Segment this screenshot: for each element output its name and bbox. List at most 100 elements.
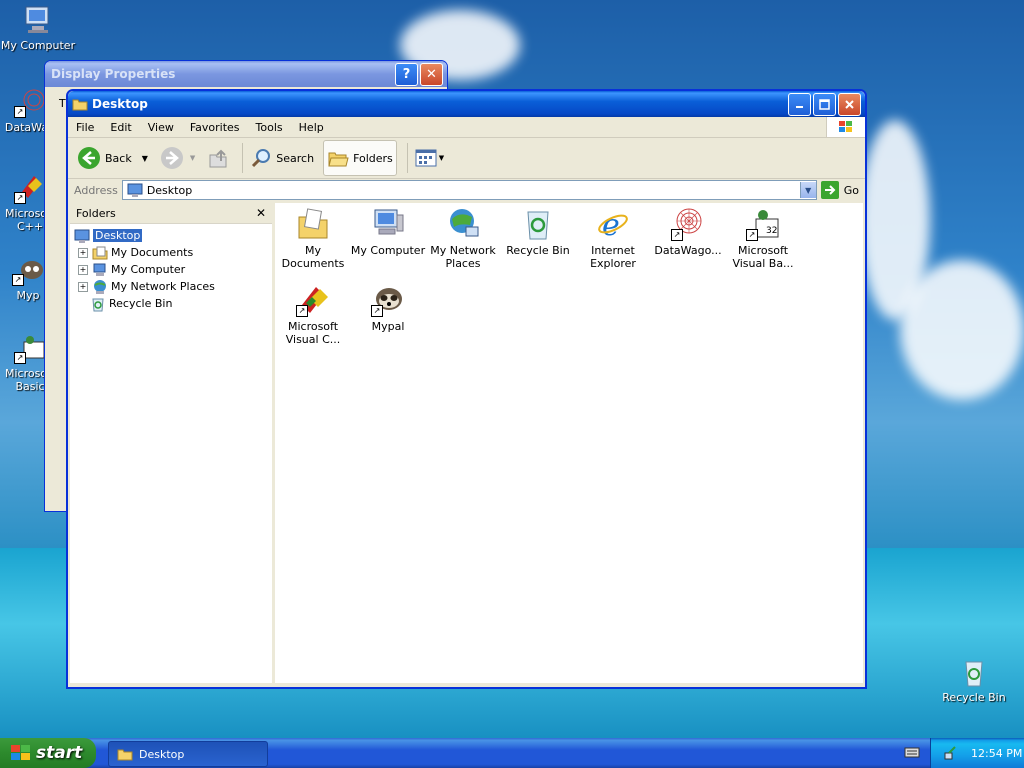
desktop-icon-my-computer[interactable]: My Computer — [0, 4, 76, 52]
shortcut-arrow-icon: ↗ — [296, 305, 308, 317]
network-globe-icon — [446, 207, 480, 241]
recycle-bin-icon — [92, 298, 104, 311]
item-label: DataWago... — [654, 244, 722, 257]
windows-logo-icon — [11, 745, 30, 760]
explorer-window[interactable]: Desktop File Edit View Favorites Tools H… — [66, 89, 867, 689]
maximize-button[interactable] — [813, 92, 836, 116]
keyboard-icon[interactable] — [904, 745, 920, 759]
tree-item-my-computer[interactable]: + My Computer — [74, 261, 272, 278]
shortcut-arrow-icon: ↗ — [14, 352, 26, 364]
windows-logo-icon — [826, 117, 865, 137]
item-datawagon[interactable]: ↗ DataWago... — [650, 207, 726, 257]
forward-arrow-icon — [160, 147, 183, 169]
desktop-icon — [74, 229, 90, 243]
item-my-computer[interactable]: My Computer — [350, 207, 426, 257]
explorer-titlebar[interactable]: Desktop — [68, 91, 865, 117]
address-value: Desktop — [146, 183, 193, 197]
item-label: Places — [445, 257, 481, 270]
help-button[interactable]: ? — [395, 62, 418, 86]
views-button[interactable]: ▼ — [412, 141, 447, 175]
search-button[interactable]: Search — [247, 141, 317, 175]
back-button[interactable]: Back ▼ — [74, 141, 151, 175]
taskbar-button-desktop[interactable]: Desktop — [108, 741, 268, 767]
menu-favorites[interactable]: Favorites — [182, 121, 248, 134]
item-microsoft-visual-basic[interactable]: 32 ↗ Microsoft Visual Ba... — [725, 207, 801, 270]
go-button[interactable]: Go — [820, 181, 859, 199]
menu-edit[interactable]: Edit — [102, 121, 139, 134]
visual-basic-icon: ↗ — [14, 332, 46, 364]
internet-explorer-icon: e — [596, 207, 630, 243]
taskbar: start Desktop 12:54 PM — [0, 738, 1024, 768]
start-button[interactable]: start — [0, 738, 96, 768]
go-arrow-icon — [820, 181, 839, 199]
views-dropdown-icon: ▼ — [438, 154, 445, 162]
close-button[interactable] — [838, 92, 861, 116]
item-label: Microsoft — [287, 320, 339, 333]
item-label: Visual C... — [285, 333, 341, 346]
datawagon-icon: ↗ — [671, 207, 705, 241]
tree-item-label: My Documents — [111, 246, 194, 259]
minimize-button[interactable] — [788, 92, 811, 116]
item-label: Visual Ba... — [732, 257, 794, 270]
item-label: Internet — [591, 244, 635, 257]
tree-item-recycle-bin[interactable]: Recycle Bin — [74, 295, 272, 312]
toolbar-separator — [242, 143, 244, 173]
item-label: My Documents — [281, 244, 345, 270]
menu-help[interactable]: Help — [291, 121, 332, 134]
folders-pane-close-button[interactable]: ✕ — [256, 206, 266, 220]
shortcut-arrow-icon: ↗ — [12, 274, 24, 286]
address-label: Address — [74, 183, 118, 197]
item-my-documents[interactable]: My Documents — [275, 207, 351, 270]
folders-pane-title: Folders — [76, 206, 116, 220]
expand-icon[interactable]: + — [78, 247, 88, 258]
desktop-icon — [127, 183, 143, 197]
item-recycle-bin[interactable]: Recycle Bin — [500, 207, 576, 257]
folder-icon — [117, 749, 133, 761]
folders-icon — [328, 152, 349, 167]
menu-bar: File Edit View Favorites Tools Help — [68, 117, 865, 138]
standard-toolbar: Back ▼ ▼ Search Folders ▼ — [68, 138, 865, 179]
expand-icon[interactable]: + — [78, 281, 88, 292]
forward-button[interactable]: ▼ — [157, 141, 198, 175]
item-microsoft-visual-cpp[interactable]: ↗ Microsoft Visual C... — [275, 283, 351, 346]
content-pane: My Documents My Computer My Network Plac… — [275, 203, 863, 683]
up-button[interactable] — [204, 141, 232, 175]
tree-item-my-network-places[interactable]: + My Network Places — [74, 278, 272, 295]
shortcut-arrow-icon: ↗ — [671, 229, 683, 241]
item-mypal[interactable]: ↗ Mypal — [350, 283, 426, 333]
back-dropdown-icon[interactable]: ▼ — [142, 154, 148, 163]
close-button[interactable]: ✕ — [420, 62, 443, 86]
start-label: start — [36, 743, 83, 763]
folders-button[interactable]: Folders — [323, 140, 397, 176]
raccoon-icon: ↗ — [371, 283, 405, 317]
tab-themes[interactable]: T — [59, 97, 66, 110]
menu-view[interactable]: View — [140, 121, 182, 134]
expand-icon[interactable]: + — [78, 264, 88, 275]
back-arrow-icon — [78, 147, 100, 169]
item-internet-explorer[interactable]: e Internet Explorer — [575, 207, 651, 270]
display-properties-titlebar[interactable]: Display Properties ? ✕ — [45, 61, 447, 87]
folders-pane: Folders ✕ Desktop + My Documents + My Co… — [70, 203, 275, 683]
menu-file[interactable]: File — [68, 121, 102, 134]
folders-label: Folders — [353, 151, 393, 165]
recycle-bin-icon — [521, 207, 555, 241]
item-my-network-places[interactable]: My Network Places — [425, 207, 501, 270]
tree-item-label: My Network Places — [111, 280, 215, 293]
my-documents-icon — [92, 246, 108, 259]
computer-icon — [371, 207, 405, 241]
menu-tools[interactable]: Tools — [248, 121, 291, 134]
system-tray: 12:54 PM — [930, 738, 1024, 768]
tree-item-label: My Computer — [111, 263, 186, 276]
clock[interactable]: 12:54 PM — [971, 747, 1022, 760]
desktop-icon-recycle-bin[interactable]: Recycle Bin — [936, 656, 1012, 704]
shortcut-arrow-icon: ↗ — [14, 192, 26, 204]
address-input[interactable]: Desktop ▼ — [121, 180, 817, 200]
shortcut-arrow-icon: ↗ — [371, 305, 383, 317]
search-icon — [252, 149, 271, 168]
go-label: Go — [843, 183, 859, 197]
shortcut-arrow-icon: ↗ — [14, 106, 26, 118]
network-icon[interactable] — [943, 745, 959, 761]
tree-item-desktop[interactable]: Desktop — [74, 227, 272, 244]
address-dropdown-icon[interactable]: ▼ — [799, 182, 816, 198]
tree-item-my-documents[interactable]: + My Documents — [74, 244, 272, 261]
